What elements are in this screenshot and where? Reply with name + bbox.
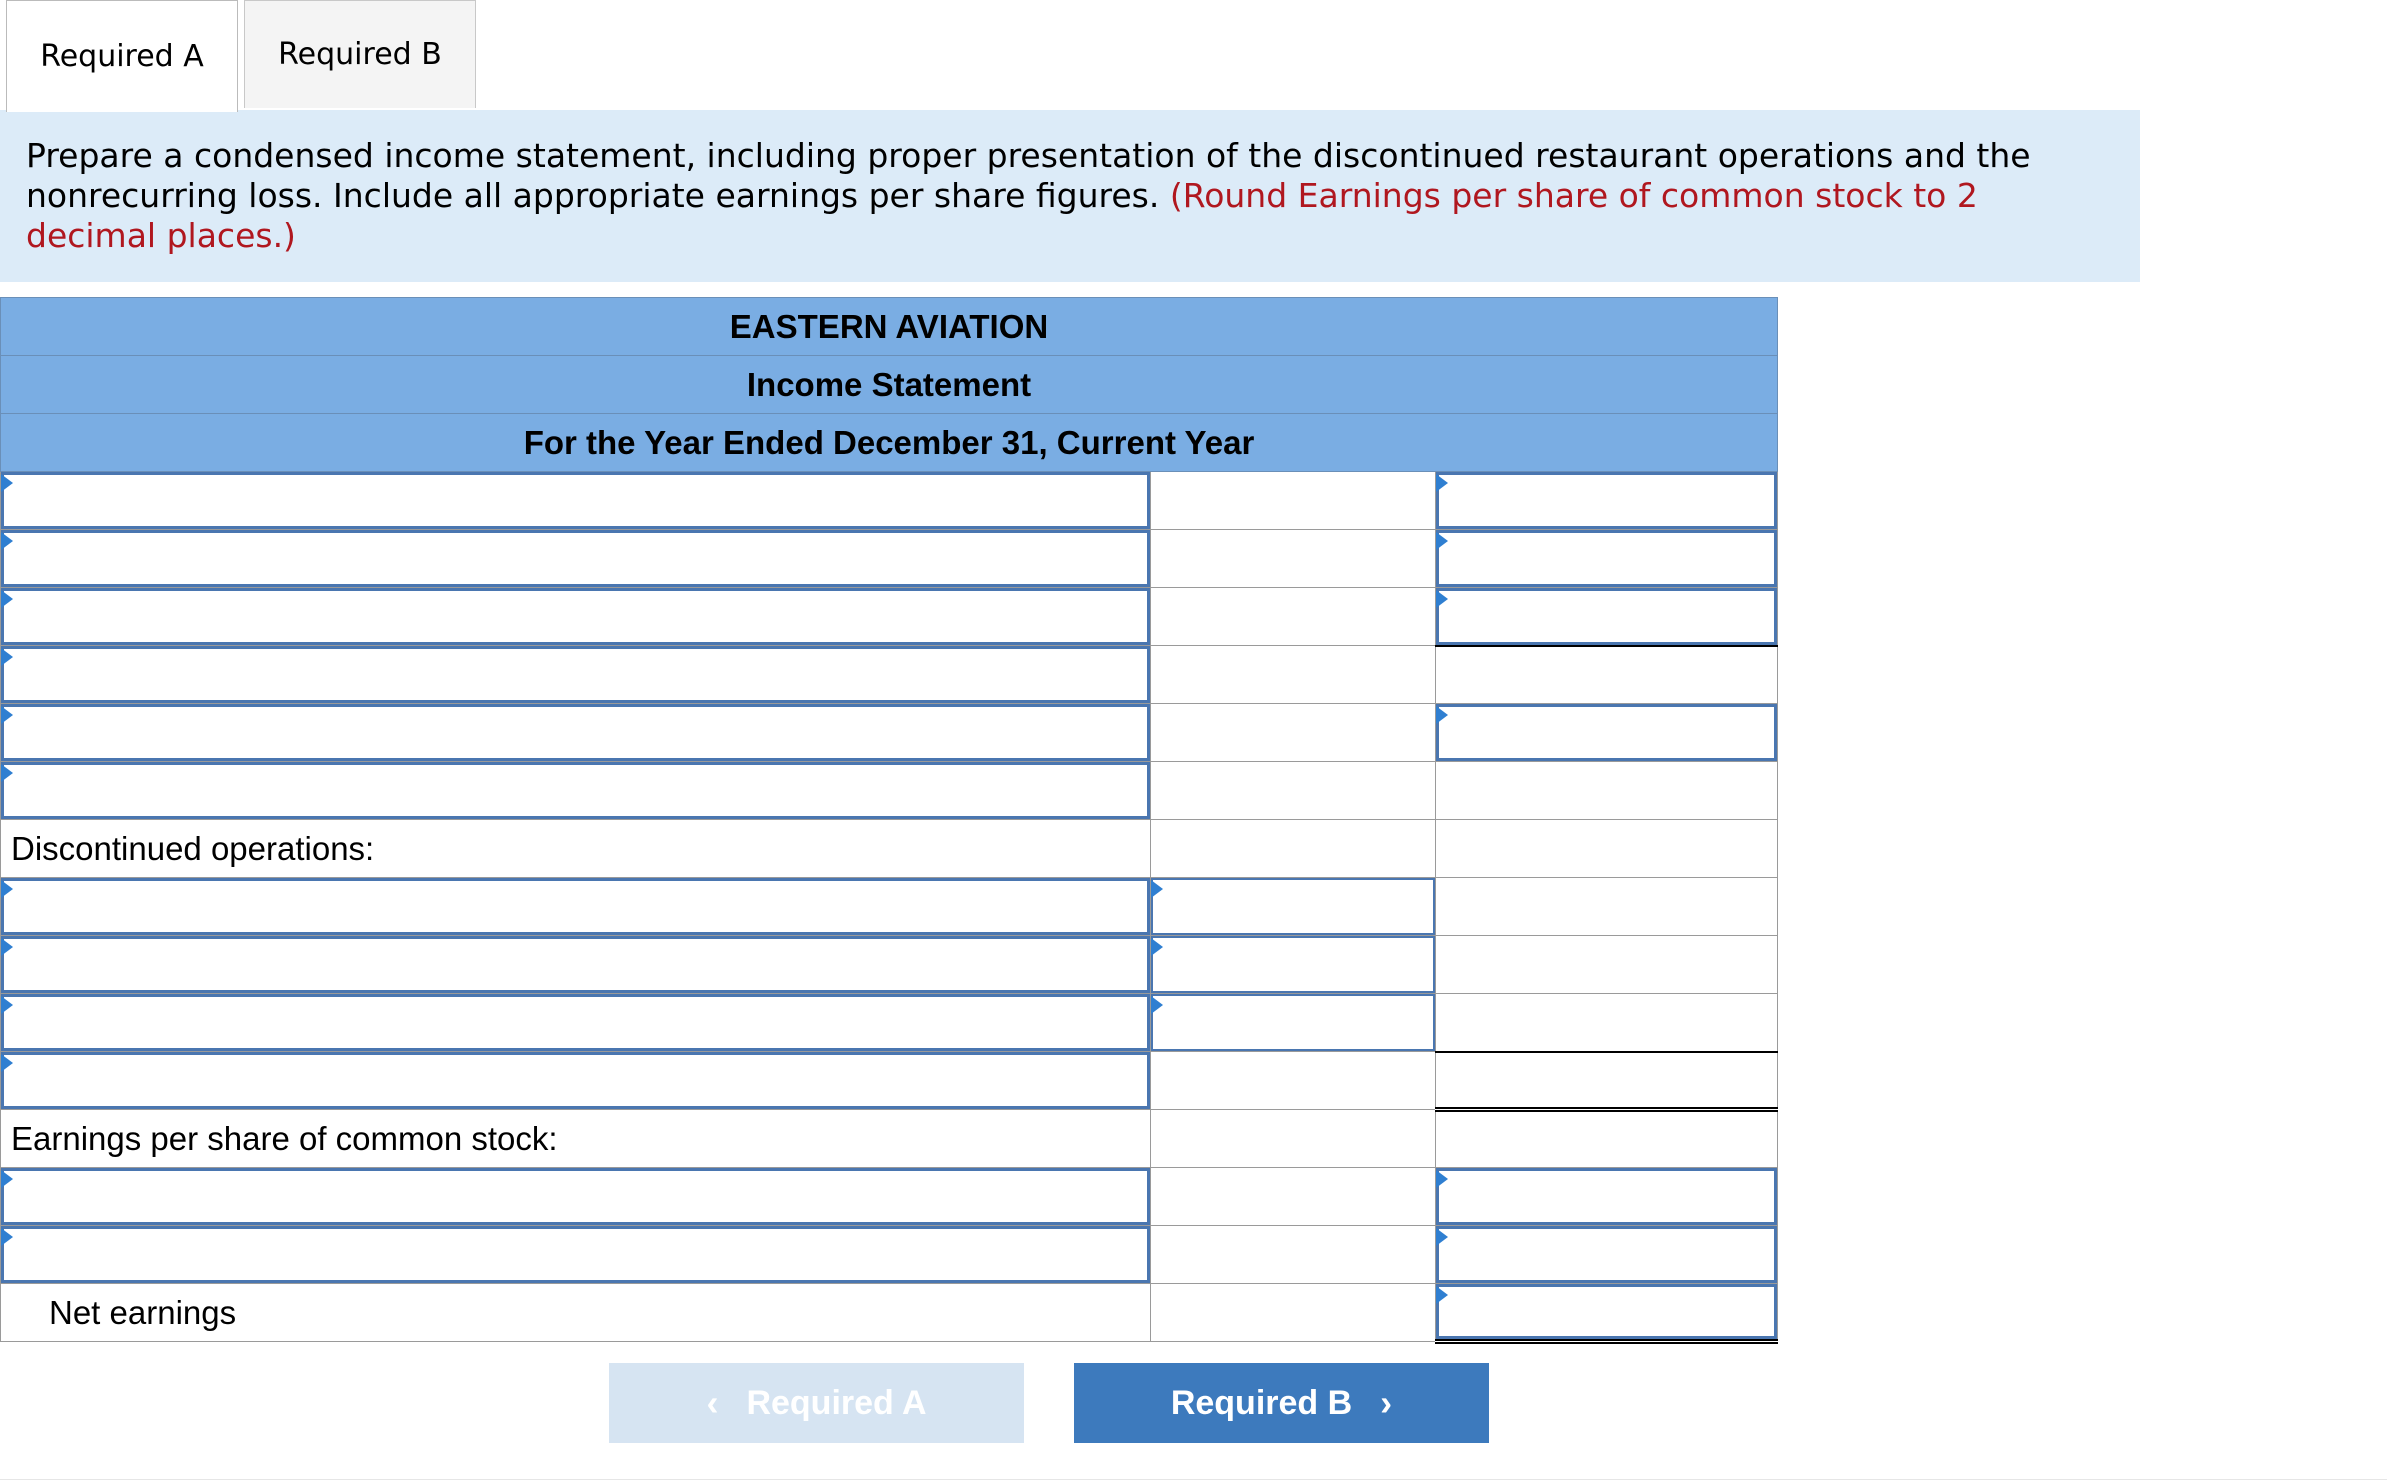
table-row xyxy=(0,703,1778,762)
empty-cell xyxy=(1435,644,1778,704)
table-row xyxy=(0,1225,1778,1284)
empty-cell xyxy=(1150,587,1436,646)
amount-input[interactable] xyxy=(1436,704,1777,761)
tab-label: Required A xyxy=(40,39,204,74)
discontinued-operations-label: Discontinued operations: xyxy=(0,819,1151,878)
empty-cell xyxy=(1435,993,1778,1052)
table-row xyxy=(0,935,1778,994)
account-select[interactable] xyxy=(1,878,1150,935)
subtotal-input[interactable] xyxy=(1151,878,1435,935)
tab-required-b[interactable]: Required B xyxy=(244,0,476,108)
table-row xyxy=(0,1167,1778,1226)
table-row xyxy=(0,644,1778,704)
next-button-label: Required B xyxy=(1170,1383,1353,1422)
empty-cell xyxy=(1435,1109,1778,1168)
empty-cell xyxy=(1435,819,1778,878)
previous-button-label: Required A xyxy=(746,1383,927,1422)
table-row: Discontinued operations: xyxy=(0,819,1778,878)
statement-title: Income Statement xyxy=(0,355,1778,414)
account-select[interactable] xyxy=(1,936,1150,993)
account-select[interactable] xyxy=(1,704,1150,761)
account-select[interactable] xyxy=(1,588,1150,645)
table-row xyxy=(0,877,1778,936)
empty-cell xyxy=(1150,1109,1436,1168)
chevron-right-icon: › xyxy=(1380,1382,1393,1423)
amount-input[interactable] xyxy=(1436,588,1777,645)
tab-label: Required B xyxy=(278,37,442,72)
empty-cell xyxy=(1435,877,1778,936)
chevron-left-icon: ‹ xyxy=(706,1382,719,1423)
account-select[interactable] xyxy=(1,994,1150,1051)
empty-cell xyxy=(1150,471,1436,530)
total-cell xyxy=(1435,1050,1778,1112)
amount-input[interactable] xyxy=(1436,472,1777,529)
account-select[interactable] xyxy=(1,1226,1150,1283)
tab-bar: Required A Required B xyxy=(0,0,2140,112)
eps-input[interactable] xyxy=(1436,1226,1777,1283)
table-row xyxy=(0,993,1778,1052)
account-select[interactable] xyxy=(1,762,1150,819)
previous-button[interactable]: ‹ Required A xyxy=(609,1363,1024,1443)
instructions-panel: Prepare a condensed income statement, in… xyxy=(0,110,2140,282)
subtotal-input[interactable] xyxy=(1151,994,1435,1051)
net-earnings-eps-input[interactable] xyxy=(1436,1284,1777,1339)
table-row xyxy=(0,529,1778,588)
empty-cell xyxy=(1150,1051,1436,1110)
empty-cell xyxy=(1150,1283,1436,1342)
income-statement-table: EASTERN AVIATION Income Statement For th… xyxy=(0,297,1778,1344)
table-row xyxy=(0,1050,1778,1112)
table-row xyxy=(0,471,1778,530)
company-name: EASTERN AVIATION xyxy=(0,297,1778,356)
amount-input[interactable] xyxy=(1436,530,1777,587)
empty-cell xyxy=(1150,819,1436,878)
subtotal-input[interactable] xyxy=(1151,936,1435,993)
empty-cell xyxy=(1150,1225,1436,1284)
statement-period: For the Year Ended December 31, Current … xyxy=(0,413,1778,472)
net-earnings-label: Net earnings xyxy=(0,1283,1151,1342)
table-row: Earnings per share of common stock: xyxy=(0,1109,1778,1168)
empty-cell xyxy=(1150,645,1436,704)
account-select[interactable] xyxy=(1,1052,1150,1109)
table-row xyxy=(0,761,1778,820)
account-select[interactable] xyxy=(1,530,1150,587)
empty-cell xyxy=(1150,703,1436,762)
empty-cell xyxy=(1435,761,1778,820)
eps-input[interactable] xyxy=(1436,1168,1777,1225)
empty-cell xyxy=(1435,935,1778,994)
empty-cell xyxy=(1150,761,1436,820)
tab-required-a[interactable]: Required A xyxy=(6,0,238,112)
account-select[interactable] xyxy=(1,646,1150,703)
account-select[interactable] xyxy=(1,472,1150,529)
table-row: Net earnings xyxy=(0,1283,1778,1344)
next-button[interactable]: Required B › xyxy=(1074,1363,1489,1443)
empty-cell xyxy=(1150,529,1436,588)
table-row xyxy=(0,587,1778,646)
eps-label: Earnings per share of common stock: xyxy=(0,1109,1151,1168)
account-select[interactable] xyxy=(1,1168,1150,1225)
empty-cell xyxy=(1150,1167,1436,1226)
